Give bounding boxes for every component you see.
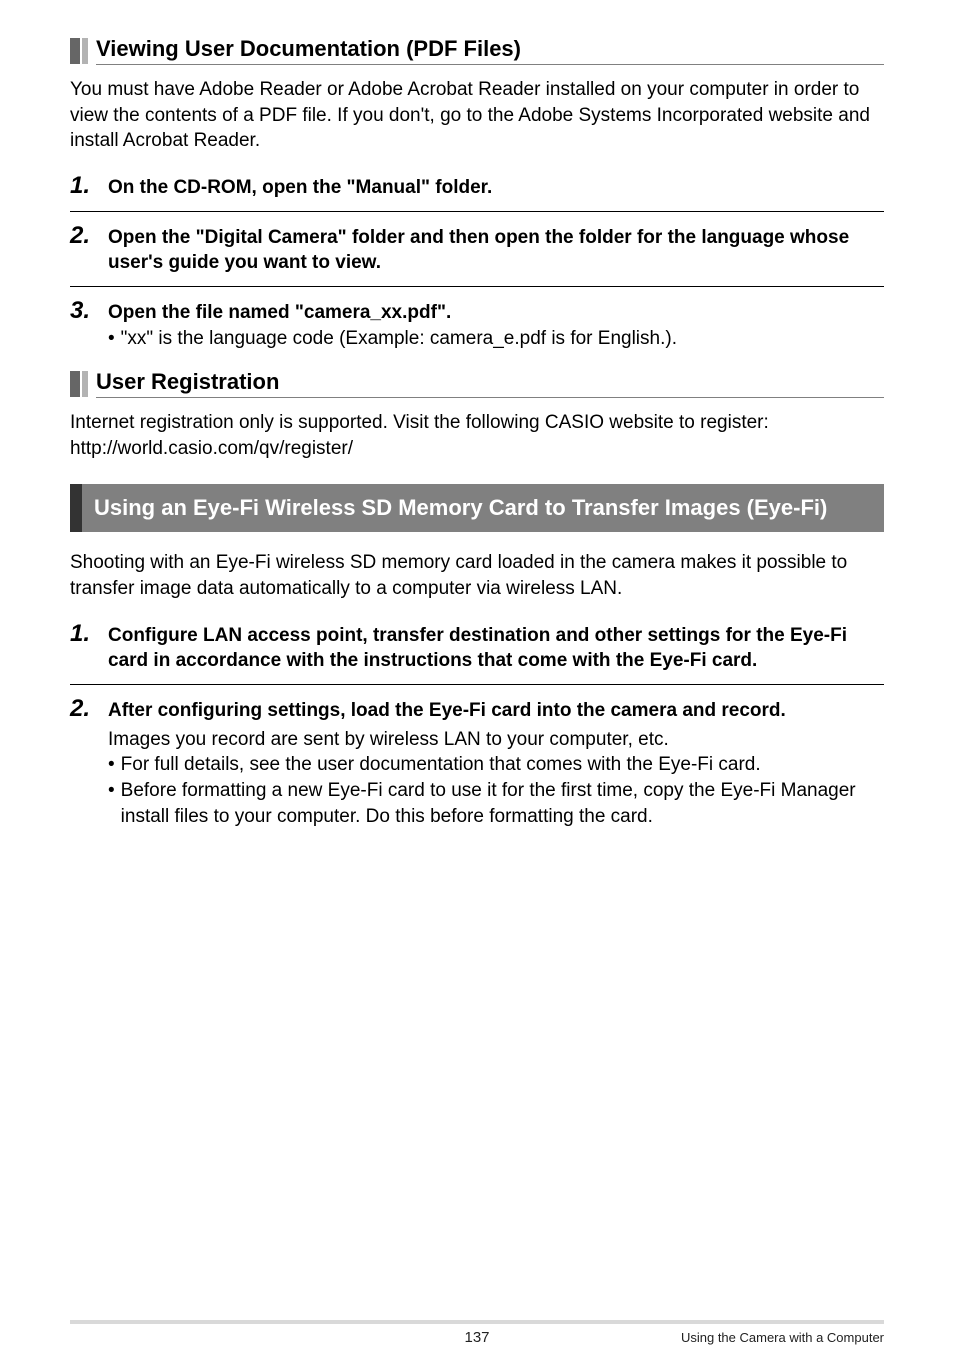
bullet-text: Before formatting a new Eye-Fi card to u… xyxy=(121,778,884,829)
header-bar-small xyxy=(82,371,88,397)
header-bar-small xyxy=(82,38,88,64)
section-title: User Registration xyxy=(96,369,884,398)
step-line: 1. On the CD-ROM, open the "Manual" fold… xyxy=(70,172,884,201)
step-2: 2. Open the "Digital Camera" folder and … xyxy=(70,222,884,276)
step-text: Open the "Digital Camera" folder and the… xyxy=(108,222,884,276)
registration-line2: http://world.casio.com/qv/register/ xyxy=(70,438,353,459)
section-header-viewing: Viewing User Documentation (PDF Files) xyxy=(70,36,884,65)
eyefi-step-1: 1. Configure LAN access point, transfer … xyxy=(70,620,884,674)
step-number: 1. xyxy=(70,172,98,201)
step-number: 1. xyxy=(70,620,98,649)
bullet-dot: • xyxy=(108,326,115,352)
footer-line xyxy=(70,1320,884,1324)
footer-right: Using the Camera with a Computer xyxy=(681,1330,884,1345)
step-text: After configuring settings, load the Eye… xyxy=(108,695,786,724)
step-line: 2. After configuring settings, load the … xyxy=(70,695,884,724)
step-text: Open the file named "camera_xx.pdf". xyxy=(108,297,451,326)
registration-line1: Internet registration only is supported.… xyxy=(70,412,769,433)
step-number: 2. xyxy=(70,222,98,251)
step-text: On the CD-ROM, open the "Manual" folder. xyxy=(108,172,492,201)
step-line: 3. Open the file named "camera_xx.pdf". xyxy=(70,297,884,326)
bullet-text: "xx" is the language code (Example: came… xyxy=(121,326,677,352)
bullet: • For full details, see the user documen… xyxy=(108,752,884,778)
step-1: 1. On the CD-ROM, open the "Manual" fold… xyxy=(70,172,884,201)
banner-eyefi: Using an Eye-Fi Wireless SD Memory Card … xyxy=(70,484,884,533)
bullet-dot: • xyxy=(108,752,115,778)
header-bar-large xyxy=(70,38,80,64)
step-3: 3. Open the file named "camera_xx.pdf". … xyxy=(70,297,884,351)
intro-text: You must have Adobe Reader or Adobe Acro… xyxy=(70,77,884,154)
header-bar-large xyxy=(70,371,80,397)
eyefi-step-2: 2. After configuring settings, load the … xyxy=(70,695,884,829)
divider xyxy=(70,684,884,685)
bullet-dot: • xyxy=(108,778,115,804)
step-text: Configure LAN access point, transfer des… xyxy=(108,620,884,674)
registration-text: Internet registration only is supported.… xyxy=(70,410,884,461)
footer: 137 Using the Camera with a Computer xyxy=(70,1320,884,1345)
divider xyxy=(70,211,884,212)
footer-content: 137 Using the Camera with a Computer xyxy=(70,1330,884,1345)
step-number: 3. xyxy=(70,297,98,326)
bullet: • "xx" is the language code (Example: ca… xyxy=(108,326,884,352)
step-line: 1. Configure LAN access point, transfer … xyxy=(70,620,884,674)
step-line: 2. Open the "Digital Camera" folder and … xyxy=(70,222,884,276)
bullet: • Before formatting a new Eye-Fi card to… xyxy=(108,778,884,829)
bullet-text: For full details, see the user documenta… xyxy=(121,752,761,778)
step-number: 2. xyxy=(70,695,98,724)
eyefi-intro: Shooting with an Eye-Fi wireless SD memo… xyxy=(70,550,884,601)
step-body: Images you record are sent by wireless L… xyxy=(108,727,884,753)
section-header-registration: User Registration xyxy=(70,369,884,398)
divider xyxy=(70,286,884,287)
section-title: Viewing User Documentation (PDF Files) xyxy=(96,36,884,65)
page-number: 137 xyxy=(464,1329,489,1346)
